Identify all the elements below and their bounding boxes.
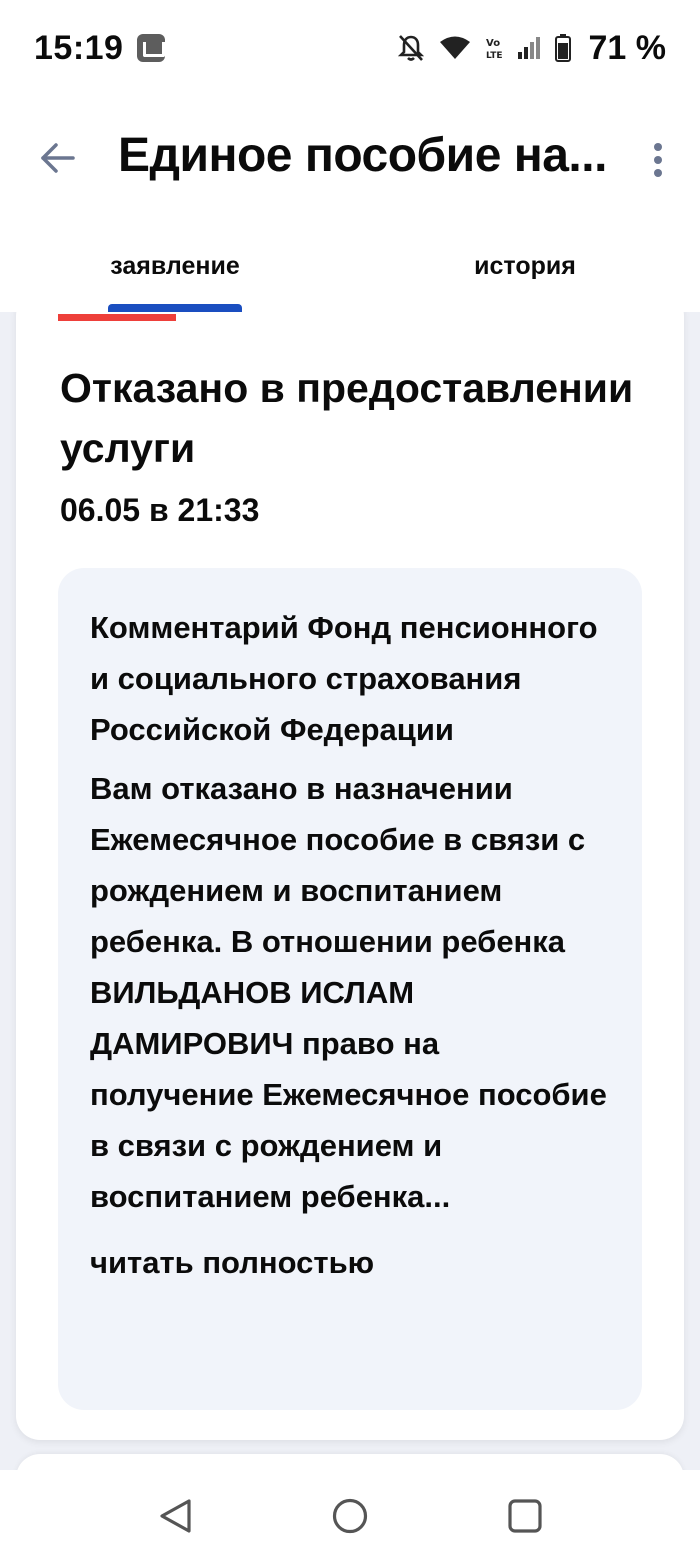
app-notification-icon [137, 34, 166, 62]
status-stripe [58, 314, 176, 321]
nav-back-icon [160, 1499, 191, 1533]
status-bar: 15:19 Vo LTE 71 % [0, 0, 700, 96]
nav-home-button[interactable] [328, 1494, 372, 1538]
system-nav-bar [0, 1470, 700, 1561]
nav-home-icon [332, 1498, 368, 1534]
comment-box: Комментарий Фонд пенсионного и социально… [58, 568, 642, 1410]
more-options-button[interactable] [636, 132, 680, 188]
page-title: Единое пособие на... [118, 129, 607, 182]
arrow-left-icon [41, 143, 75, 173]
volte-icon: Vo LTE [486, 38, 503, 61]
tab-bar: заявление история [0, 232, 700, 312]
svg-text:Vo: Vo [486, 38, 500, 49]
status-card: Отказано в предоставлении услуги 06.05 в… [16, 292, 684, 1440]
status-date: 06.05 в 21:33 [60, 492, 260, 528]
more-vertical-icon [654, 143, 662, 177]
read-more-link[interactable]: читать полностью [90, 1238, 610, 1288]
battery-percent: 71 % [588, 28, 667, 67]
status-title: Отказано в предоставлении услуги [60, 365, 634, 471]
nav-back-button[interactable] [154, 1494, 198, 1538]
status-time: 15:19 [34, 28, 124, 67]
svg-text:LTE: LTE [486, 51, 503, 61]
screen: 15:19 Vo LTE 71 % Единое пособие на... з… [0, 0, 700, 1561]
back-button[interactable] [30, 130, 86, 186]
wifi-icon [439, 36, 470, 59]
app-header: Единое пособие на... [0, 110, 700, 206]
comment-text: Вам отказано в назначении Ежемесячное по… [90, 771, 607, 1214]
tab-application[interactable]: заявление [60, 232, 290, 302]
nav-recents-icon [508, 1499, 542, 1533]
nav-recents-button[interactable] [503, 1494, 547, 1538]
active-tab-indicator [108, 304, 242, 312]
content-feed[interactable]: Отказано в предоставлении услуги 06.05 в… [0, 292, 700, 1470]
signal-icon [517, 37, 540, 59]
tab-history[interactable]: история [410, 232, 640, 302]
comment-heading: Комментарий Фонд пенсионного и социально… [90, 610, 598, 747]
status-icons: Vo LTE 71 % [397, 28, 667, 68]
battery-icon [554, 34, 571, 62]
mute-icon [397, 35, 424, 61]
